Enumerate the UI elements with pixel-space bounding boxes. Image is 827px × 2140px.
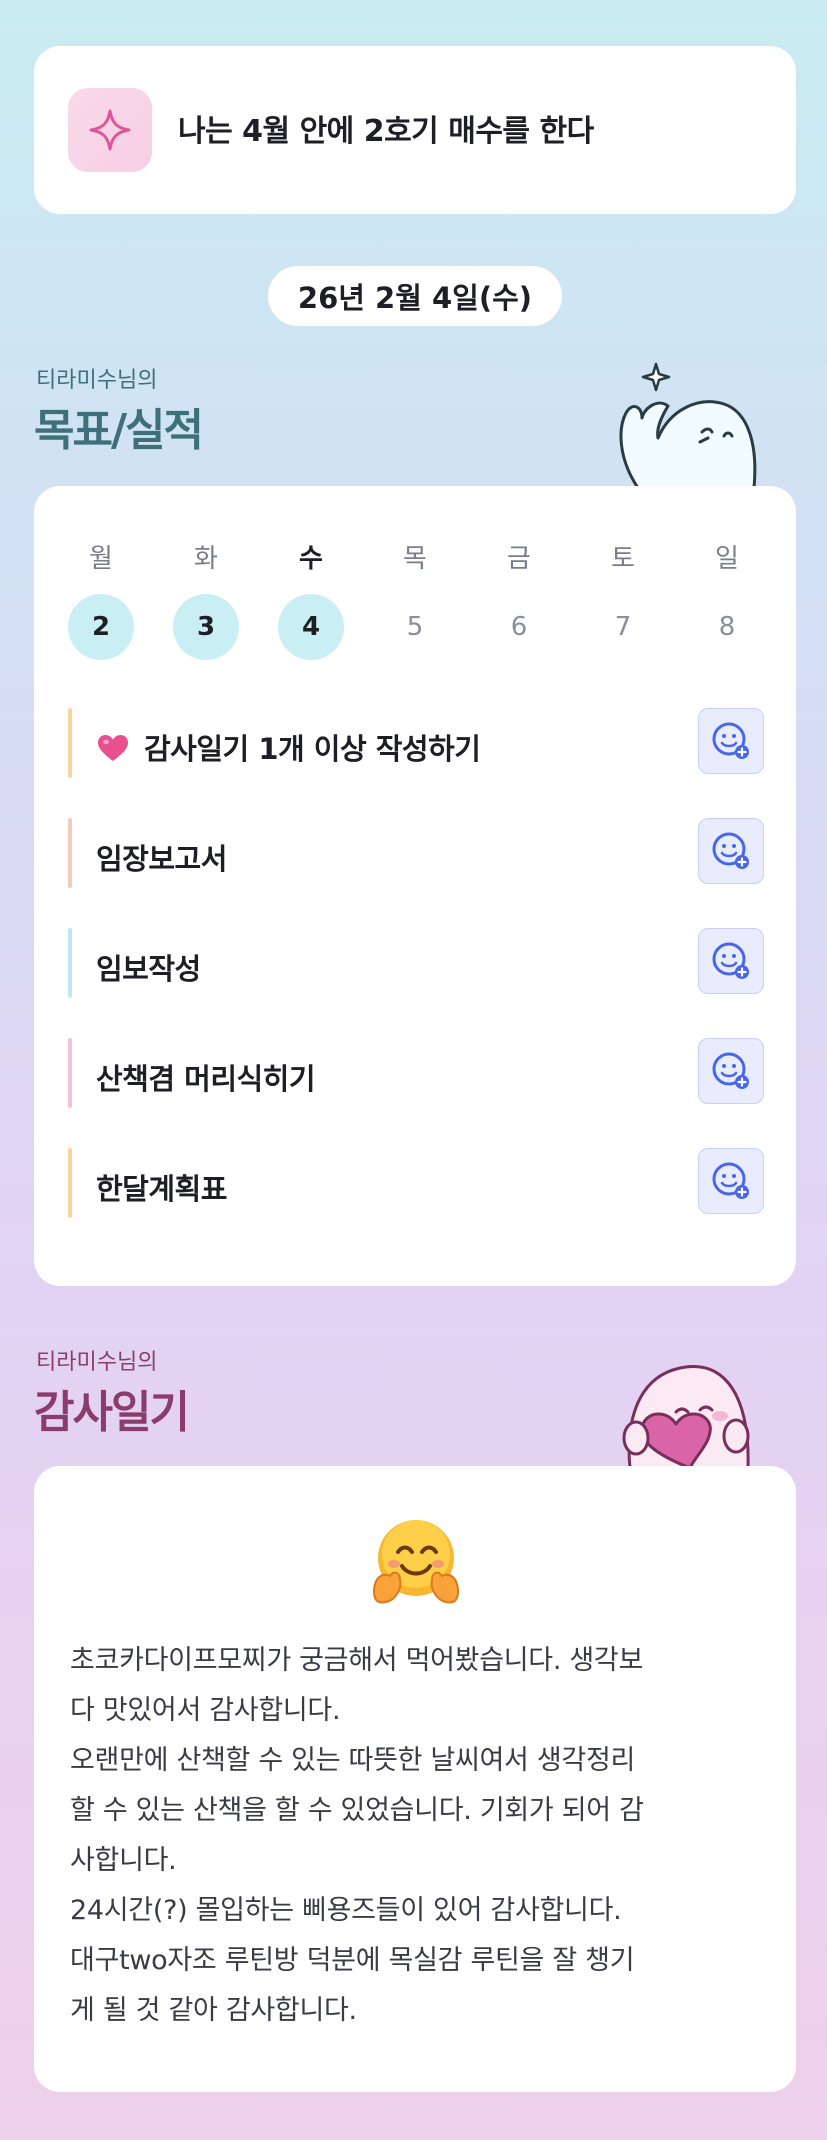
smile-add-icon[interactable] [698, 708, 764, 774]
task-color-bar [68, 928, 72, 998]
date-cell-2[interactable]: 2 [68, 594, 134, 660]
date-pill[interactable]: 26년 2월 4일(수) [268, 266, 562, 326]
task-row[interactable]: 한달계획표 [68, 1148, 764, 1218]
task-color-bar [68, 1038, 72, 1108]
weekday-mon: 월 [89, 544, 113, 574]
weekday-fri: 금 [507, 544, 531, 574]
diary-section-subtitle: 티라미수님의 [36, 1350, 158, 1375]
date-cell-7[interactable]: 7 [590, 594, 656, 660]
date-cell-5[interactable]: 5 [382, 594, 448, 660]
date-cell-6[interactable]: 6 [486, 594, 552, 660]
task-label: 산책겸 머리식히기 [96, 1062, 316, 1096]
weekday-sun: 일 [715, 544, 739, 574]
task-color-bar [68, 818, 72, 888]
mascot-heart-image [600, 1338, 770, 1470]
date-cell-8[interactable]: 8 [694, 594, 760, 660]
sparkle-icon [68, 88, 152, 172]
heart-icon [96, 733, 130, 770]
task-row[interactable]: 임장보고서 [68, 818, 764, 888]
task-label: 임장보고서 [96, 842, 227, 876]
diary-text: 초코카다이프모찌가 궁금해서 먹어봤습니다. 생각보 다 맛있어서 감사합니다.… [70, 1645, 644, 2026]
weekday-thu: 목 [403, 544, 427, 574]
task-label: 임보작성 [96, 952, 201, 986]
mascot-thumbs-up-image [598, 358, 768, 490]
task-label-text: 감사일기 1개 이상 작성하기 [144, 732, 481, 766]
task-label: 감사일기 1개 이상 작성하기 [96, 726, 481, 770]
goals-section-title: 목표/실적 [34, 405, 204, 456]
task-row[interactable]: 감사일기 1개 이상 작성하기 [68, 708, 764, 778]
diary-section-title: 감사일기 [34, 1387, 190, 1438]
smile-add-icon[interactable] [698, 818, 764, 884]
goal-card[interactable]: 나는 4월 안에 2호기 매수를 한다 [34, 46, 796, 214]
smile-add-icon[interactable] [698, 1038, 764, 1104]
task-color-bar [68, 1148, 72, 1218]
goal-text: 나는 4월 안에 2호기 매수를 한다 [178, 114, 594, 149]
weekday-tue: 화 [194, 544, 218, 574]
smile-add-icon[interactable] [698, 928, 764, 994]
hugging-face-icon [368, 1514, 464, 1610]
goals-section-subtitle: 티라미수님의 [36, 368, 158, 393]
smile-add-icon[interactable] [698, 1148, 764, 1214]
date-cell-3[interactable]: 3 [173, 594, 239, 660]
task-label: 한달계획표 [96, 1172, 227, 1206]
weekday-sat: 토 [611, 544, 635, 574]
diary-card[interactable]: 초코카다이프모찌가 궁금해서 먹어봤습니다. 생각보 다 맛있어서 감사합니다.… [34, 1466, 796, 2092]
task-row[interactable]: 산책겸 머리식히기 [68, 1038, 764, 1108]
task-row[interactable]: 임보작성 [68, 928, 764, 998]
date-cell-4-today[interactable]: 4 [278, 594, 344, 660]
goals-card: 월 화 수 목 금 토 일 2 3 4 5 6 7 8 감사일기 1개 이상 작… [34, 486, 796, 1286]
task-color-bar [68, 708, 72, 778]
weekday-wed: 수 [299, 544, 323, 574]
